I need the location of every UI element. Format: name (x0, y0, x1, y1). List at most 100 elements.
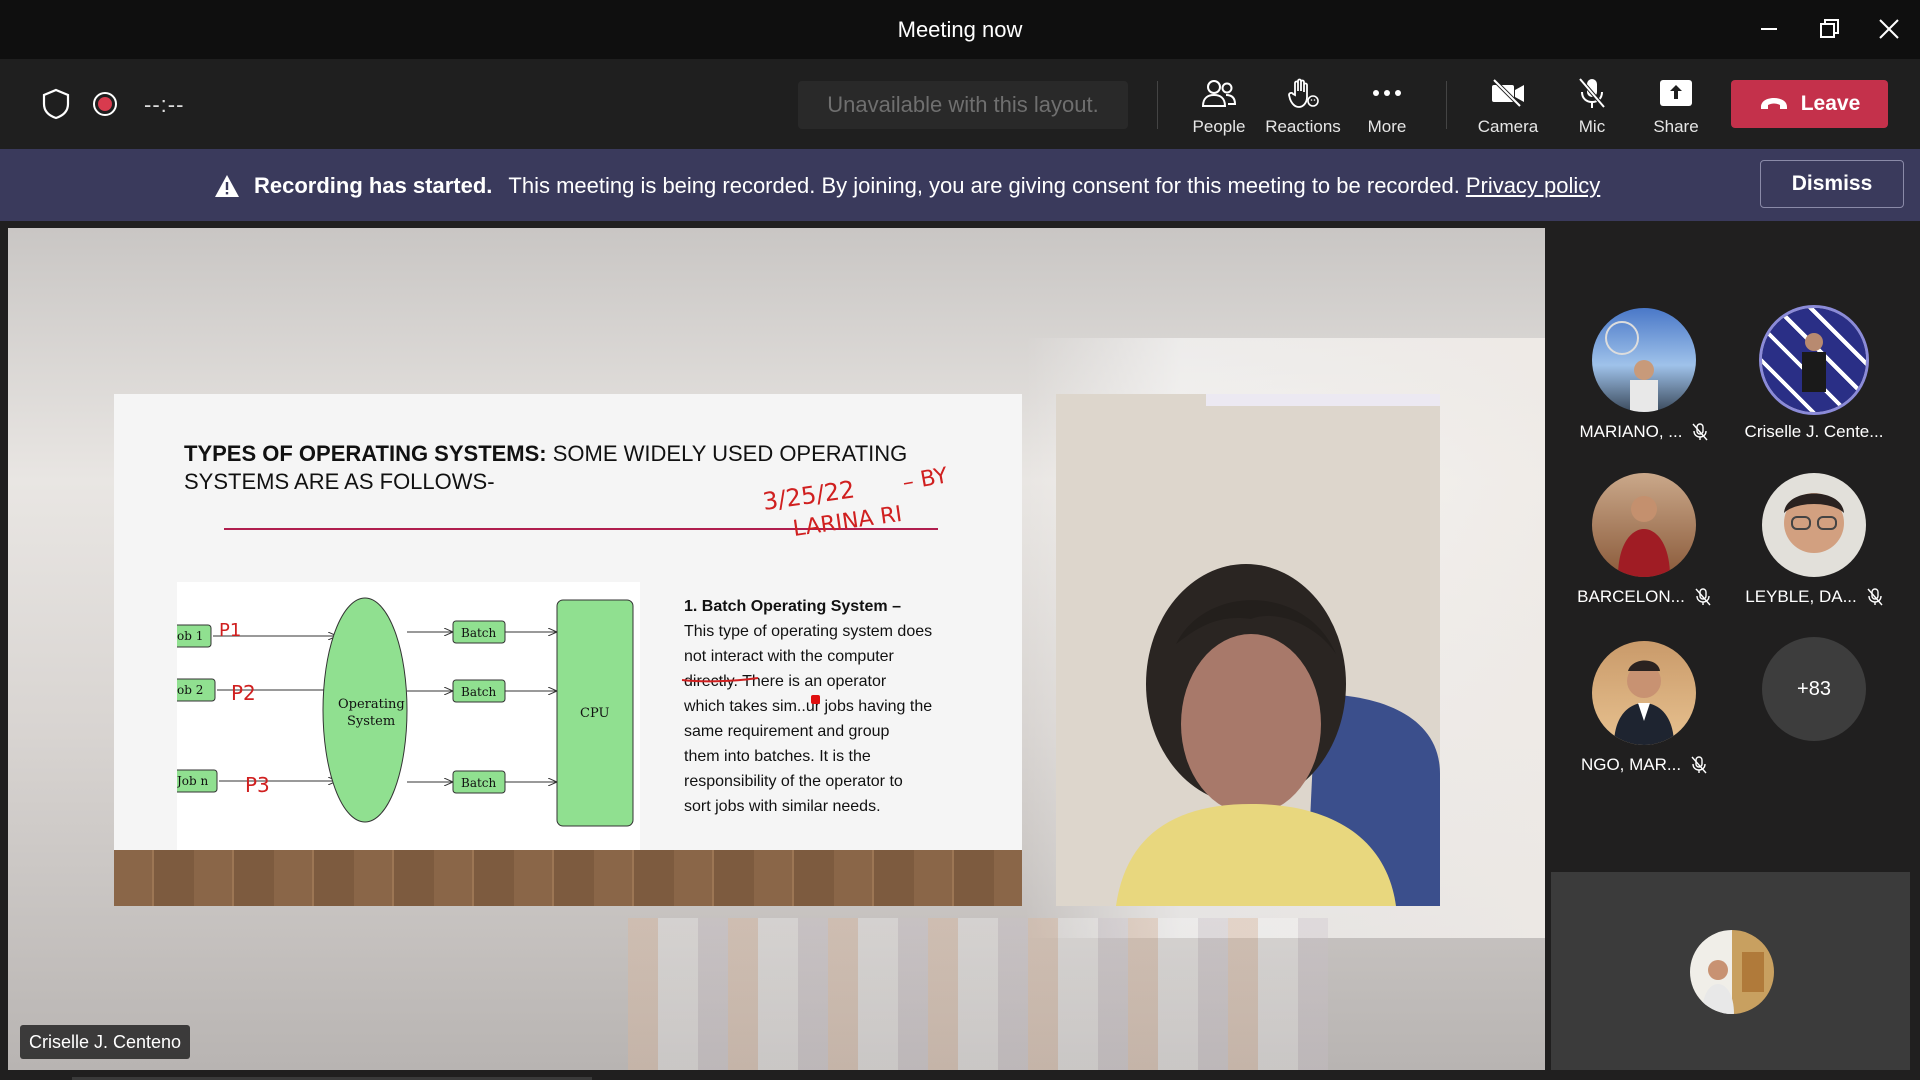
leave-label: Leave (1800, 92, 1861, 115)
warning-icon (215, 175, 239, 197)
mic-button[interactable]: Mic (1550, 73, 1634, 143)
presentation-slide: TYPES OF OPERATING SYSTEMS: SOME WIDELY … (114, 394, 1022, 906)
people-icon (1202, 73, 1236, 113)
avatar (1762, 473, 1866, 577)
participant-name: MARIANO, ... (1579, 422, 1683, 441)
banner-message: Recording has started. This meeting is b… (214, 173, 1600, 199)
close-button[interactable] (1869, 12, 1909, 46)
hand-p-label: P2 (231, 681, 256, 705)
toolbar-divider (1446, 81, 1447, 129)
toolbar-divider (1157, 81, 1158, 129)
recording-indicator-icon (90, 89, 120, 119)
desc-line: This type of operating system does (684, 623, 933, 640)
muted-mic-icon (1692, 423, 1709, 441)
more-button[interactable]: More (1345, 73, 1429, 143)
desc-line: not interact with the computer (684, 648, 894, 665)
participant-tile[interactable]: BARCELON... (1559, 473, 1729, 607)
people-label: People (1192, 117, 1246, 136)
presenter-name-tag: Criselle J. Centeno (20, 1025, 191, 1059)
slide-floor-decoration (114, 850, 1022, 906)
banner-text: This meeting is being recorded. By joini… (508, 173, 1460, 198)
participant-tile[interactable]: MARIANO, ... (1559, 308, 1729, 442)
participant-name: BARCELON... (1577, 587, 1685, 606)
batch-label: Batch (461, 776, 497, 790)
more-dots-icon (1372, 73, 1402, 113)
avatar (1592, 641, 1696, 745)
recording-banner: Recording has started. This meeting is b… (0, 149, 1920, 221)
hand-p-label: P1 (219, 620, 241, 641)
meeting-toolbar: --:-- Unavailable with this layout. Peop… (0, 59, 1920, 149)
meeting-timer: --:-- (144, 92, 185, 117)
more-participants-count[interactable]: +83 (1762, 637, 1866, 741)
background-stripes (628, 918, 1328, 1070)
desc-line: responsibility of the operator to (684, 773, 903, 790)
slide-description: 1. Batch Operating System – This type of… (684, 594, 974, 819)
handwritten-annotation: 3/25/22 – BY LARINA RI (764, 464, 951, 542)
title-bar: Meeting now (0, 0, 1920, 59)
camera-button[interactable]: Camera (1466, 73, 1550, 143)
shared-content-stage: TYPES OF OPERATING SYSTEMS: SOME WIDELY … (8, 228, 1545, 1070)
security-shield-icon[interactable] (40, 87, 72, 121)
privacy-policy-link[interactable]: Privacy policy (1466, 173, 1600, 199)
reactions-button[interactable]: Reactions (1261, 73, 1345, 143)
restore-button[interactable] (1810, 12, 1850, 46)
muted-mic-icon (1867, 588, 1883, 606)
desc-line: them into batches. It is the (684, 748, 871, 765)
participant-tile[interactable]: LEYBLE, DA... (1729, 473, 1899, 607)
participant-name: NGO, MAR... (1580, 755, 1682, 774)
people-button[interactable]: People (1177, 73, 1261, 143)
os-label: System (347, 714, 395, 729)
job-label: ob 1 (177, 629, 203, 643)
desc-line: same requirement and group (684, 723, 890, 740)
desc-title: 1. Batch Operating System – (684, 598, 901, 615)
layout-notice: Unavailable with this layout. (798, 81, 1128, 129)
batch-os-diagram: ob 1 ob 2 Job n P1 P2 P3 Operating Syste… (177, 582, 640, 854)
self-view-tile[interactable] (1551, 872, 1910, 1070)
laser-pointer (811, 695, 820, 704)
window-title: Meeting now (897, 17, 1023, 42)
batch-label: Batch (461, 626, 497, 640)
cpu-label: CPU (580, 706, 609, 721)
hand-p-label: P3 (245, 773, 270, 797)
desc-line: sort jobs with similar needs. (684, 798, 881, 815)
camera-off-icon (1490, 73, 1526, 113)
participant-tile[interactable]: NGO, MAR... (1559, 641, 1729, 775)
share-screen-icon (1659, 73, 1693, 113)
participant-name: Criselle J. Cente... (1744, 422, 1884, 441)
phone-hangup-icon (1760, 98, 1787, 109)
desc-line: which takes sim..ur jobs having the (684, 698, 933, 715)
avatar (1592, 473, 1696, 577)
avatar (1762, 308, 1866, 412)
presenter-silhouette (1056, 394, 1440, 906)
participant-tile[interactable]: Criselle J. Cente... (1729, 308, 1899, 442)
more-label: More (1367, 117, 1407, 136)
muted-mic-icon (1695, 588, 1711, 606)
os-label: Operating (338, 697, 405, 712)
job-label: ob 2 (177, 683, 203, 697)
dismiss-button[interactable]: Dismiss (1760, 160, 1904, 208)
leave-button[interactable]: Leave (1731, 80, 1888, 128)
more-participants-tile[interactable]: +83 (1729, 637, 1899, 741)
hand-underline (681, 677, 759, 683)
reactions-label: Reactions (1265, 117, 1341, 136)
banner-bold-text: Recording has started. (254, 173, 493, 198)
minimize-icon (1761, 28, 1777, 30)
raise-hand-icon (1287, 73, 1319, 113)
slide-heading-bold: TYPES OF OPERATING SYSTEMS: (184, 441, 547, 466)
close-icon (1879, 19, 1899, 39)
job-label: Job n (177, 774, 209, 788)
restore-icon (1820, 19, 1839, 38)
avatar (1592, 308, 1696, 412)
self-avatar (1690, 930, 1774, 1014)
participant-name: LEYBLE, DA... (1745, 587, 1857, 606)
camera-label: Camera (1477, 117, 1539, 136)
batch-label: Batch (461, 685, 497, 699)
hand-by: – BY (901, 464, 951, 496)
mic-off-icon (1577, 73, 1607, 113)
muted-mic-icon (1691, 756, 1707, 774)
share-label: Share (1653, 117, 1699, 136)
mic-label: Mic (1578, 117, 1606, 136)
minimize-button[interactable] (1749, 12, 1789, 46)
presenter-video (1056, 394, 1440, 906)
share-button[interactable]: Share (1634, 73, 1718, 143)
